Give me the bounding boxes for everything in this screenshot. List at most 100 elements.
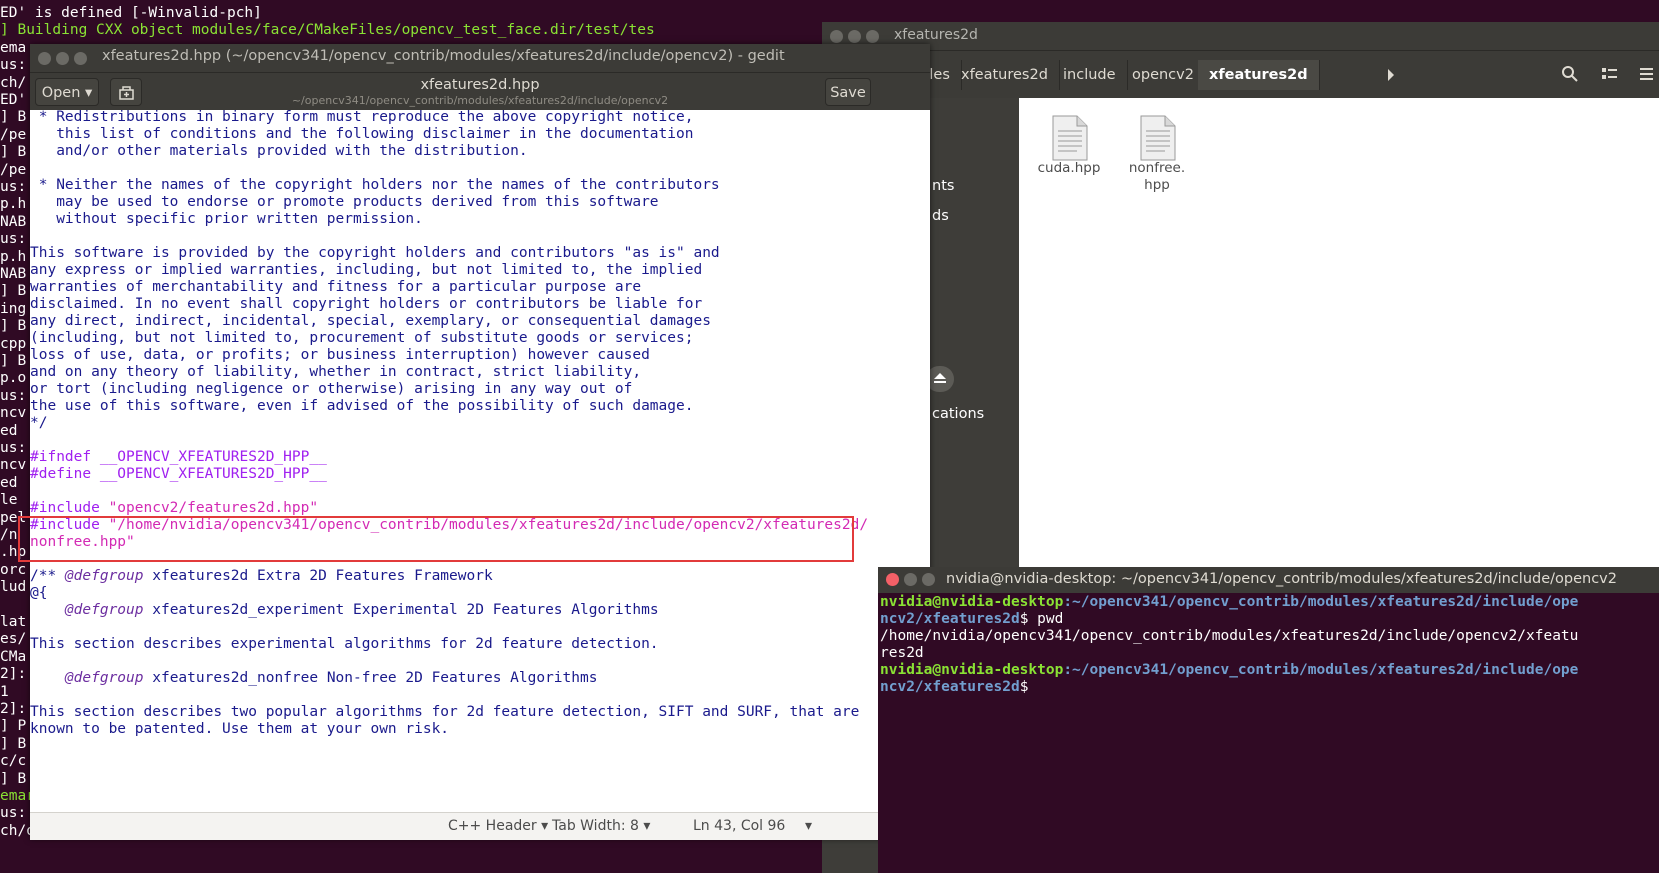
terminal-line: ] B — [0, 318, 27, 335]
terminal-line: ] B — [0, 283, 27, 300]
fm-titlebar: xfeatures2d — [822, 22, 1659, 50]
code-line: may be used to endorse or promote produc… — [30, 194, 659, 210]
tab-width-selector[interactable]: Tab Width: 8 ▾ — [552, 818, 650, 834]
fm-minimize-icon[interactable] — [848, 30, 861, 43]
terminal-line: lat — [0, 614, 27, 630]
code-line: (including, but not limited to, procurem… — [30, 330, 694, 346]
code-line: warranties of merchantability and fitnes… — [30, 279, 642, 295]
code-line: loss of use, data, or profits; or busine… — [30, 347, 650, 363]
code-line: This section describes two popular algor… — [30, 704, 860, 720]
terminal-line: es/ — [0, 631, 27, 648]
code-line: */ — [30, 415, 48, 431]
chevron-down-icon: ▾ — [643, 818, 651, 834]
fm-close-icon[interactable] — [830, 30, 843, 43]
terminal-close-icon[interactable] — [886, 573, 899, 586]
menu-icon[interactable] — [1639, 65, 1655, 83]
code-line: * Neither the names of the copyright hol… — [30, 177, 720, 193]
gedit-minimize-icon[interactable] — [56, 52, 69, 65]
gedit-close-icon[interactable] — [38, 52, 51, 65]
terminal-line: ] B — [0, 353, 27, 369]
code-line: or tort (including negligence or otherwi… — [30, 381, 633, 397]
breadcrumb-opencv2[interactable]: opencv2 — [1121, 60, 1206, 90]
terminal-line: ] B — [0, 770, 27, 787]
terminal-line: /pe — [0, 161, 27, 178]
language-label: C++ Header — [448, 818, 537, 834]
fm-title: xfeatures2d — [894, 27, 978, 43]
search-icon[interactable] — [1561, 65, 1579, 83]
eject-button[interactable] — [926, 366, 954, 392]
eject-icon — [934, 373, 946, 383]
terminal-line: 2]: — [0, 666, 27, 683]
terminal-line: CMa — [0, 648, 27, 665]
terminal-line: orc — [0, 561, 27, 578]
code-line: @{ — [30, 585, 48, 601]
doc-tag: @defgroup — [30, 670, 144, 686]
terminal-line: ] Building CXX object modules/face/CMake… — [0, 22, 655, 39]
breadcrumb-include[interactable]: include — [1052, 60, 1128, 90]
terminal-maximize-icon[interactable] — [922, 573, 935, 586]
document-title: xfeatures2d.hpp — [420, 77, 540, 93]
file-icon-cuda[interactable] — [1049, 115, 1089, 161]
sidebar-item-recent[interactable]: nts — [932, 178, 954, 194]
breadcrumb-xfeatures2d[interactable]: xfeatures2d — [950, 60, 1060, 90]
terminal-line: ncv — [0, 457, 27, 474]
terminal-line: lud — [0, 579, 27, 596]
file-name-cuda[interactable]: cuda.hpp — [1025, 160, 1113, 177]
output-line: /home/nvidia/opencv341/opencv_contrib/mo… — [880, 628, 1579, 644]
preprocessor-keyword: #define — [30, 466, 92, 482]
terminal-minimize-icon[interactable] — [904, 573, 917, 586]
prompt-line: nvidia@nvidia-desktop:~/opencv341/opencv… — [880, 594, 1578, 611]
terminal-line: ] B — [0, 144, 27, 161]
terminal-line: c/c — [0, 753, 27, 770]
file-name-nonfree[interactable]: nonfree. hpp — [1113, 160, 1201, 194]
cursor-position[interactable]: Ln 43, Col 96 — [693, 818, 785, 834]
terminal-line: p.h — [0, 196, 27, 213]
macro-name: __OPENCV_XFEATURES2D_HPP__ — [91, 449, 327, 465]
sidebar-item-downloads[interactable]: ds — [932, 208, 949, 224]
language-selector[interactable]: C++ Header ▾ — [448, 818, 548, 834]
include-path: "opencv2/features2d.hpp" — [99, 500, 319, 516]
prompt-end: $ — [1019, 679, 1029, 695]
terminal-line: ] P — [0, 718, 27, 735]
terminal-line: us: — [0, 57, 27, 74]
terminal-line: le — [0, 492, 27, 509]
sidebar-item-locations[interactable]: cations — [932, 406, 984, 422]
terminal-window[interactable]: nvidia@nvidia-desktop: ~/opencv341/openc… — [878, 567, 1659, 873]
terminal-line: /pe — [0, 126, 27, 143]
terminal-line: ed — [0, 422, 27, 439]
code-editor[interactable]: * Redistributions in binary form must re… — [30, 109, 930, 812]
terminal-line: ] B — [0, 735, 27, 752]
code-line-defgroup: @defgroup xfeatures2d_experiment Experim… — [30, 602, 659, 619]
highlight-annotation — [18, 516, 854, 562]
fm-toolbar: modules xfeatures2d include opencv2 xfea… — [822, 50, 1659, 99]
breadcrumb-xfeatures2d-current[interactable]: xfeatures2d — [1198, 60, 1320, 90]
terminal-line: ch/ — [0, 74, 27, 91]
code-line-ifndef: #ifndef __OPENCV_XFEATURES2D_HPP__ — [30, 449, 327, 466]
prompt-path: :~/opencv341/opencv_contrib/modules/xfea… — [1063, 662, 1579, 678]
comment-text: xfeatures2d Extra 2D Features Framework — [143, 568, 493, 584]
prompt-path: ncv2/xfeatures2d — [880, 679, 1020, 695]
terminal-line: ED' — [0, 92, 27, 108]
code-line: any express or implied warranties, inclu… — [30, 262, 703, 278]
terminal-line: 2]: — [0, 701, 27, 717]
comment-text: xfeatures2d_experiment Experimental 2D F… — [143, 602, 659, 618]
code-line: this list of conditions and the followin… — [30, 126, 694, 142]
terminal-line: ema — [0, 39, 27, 56]
breadcrumb-forward-icon[interactable] — [1386, 69, 1396, 81]
save-button[interactable]: Save — [825, 78, 871, 106]
terminal-line: ED' is defined [-Winvalid-pch] — [0, 5, 262, 21]
file-icon-nonfree[interactable] — [1137, 115, 1177, 161]
code-line: known to be patented. Use them at your o… — [30, 721, 450, 737]
view-list-icon[interactable] — [1601, 65, 1619, 83]
terminal-line: p.h — [0, 248, 27, 265]
terminal-line: ed — [0, 474, 27, 491]
preprocessor-keyword: #include — [30, 500, 100, 516]
gedit-maximize-icon[interactable] — [74, 52, 87, 65]
terminal-title: nvidia@nvidia-desktop: ~/opencv341/openc… — [946, 571, 1617, 587]
gedit-window-title: xfeatures2d.hpp (~/opencv341/opencv_cont… — [102, 48, 785, 64]
code-line: This section describes experimental algo… — [30, 636, 659, 652]
chevron-down-icon: ▾ — [805, 818, 813, 834]
terminal-fragment: 27.173353) ... — [650, 785, 773, 801]
fm-maximize-icon[interactable] — [866, 30, 879, 43]
insert-mode-selector[interactable]: ▾ — [805, 818, 812, 834]
